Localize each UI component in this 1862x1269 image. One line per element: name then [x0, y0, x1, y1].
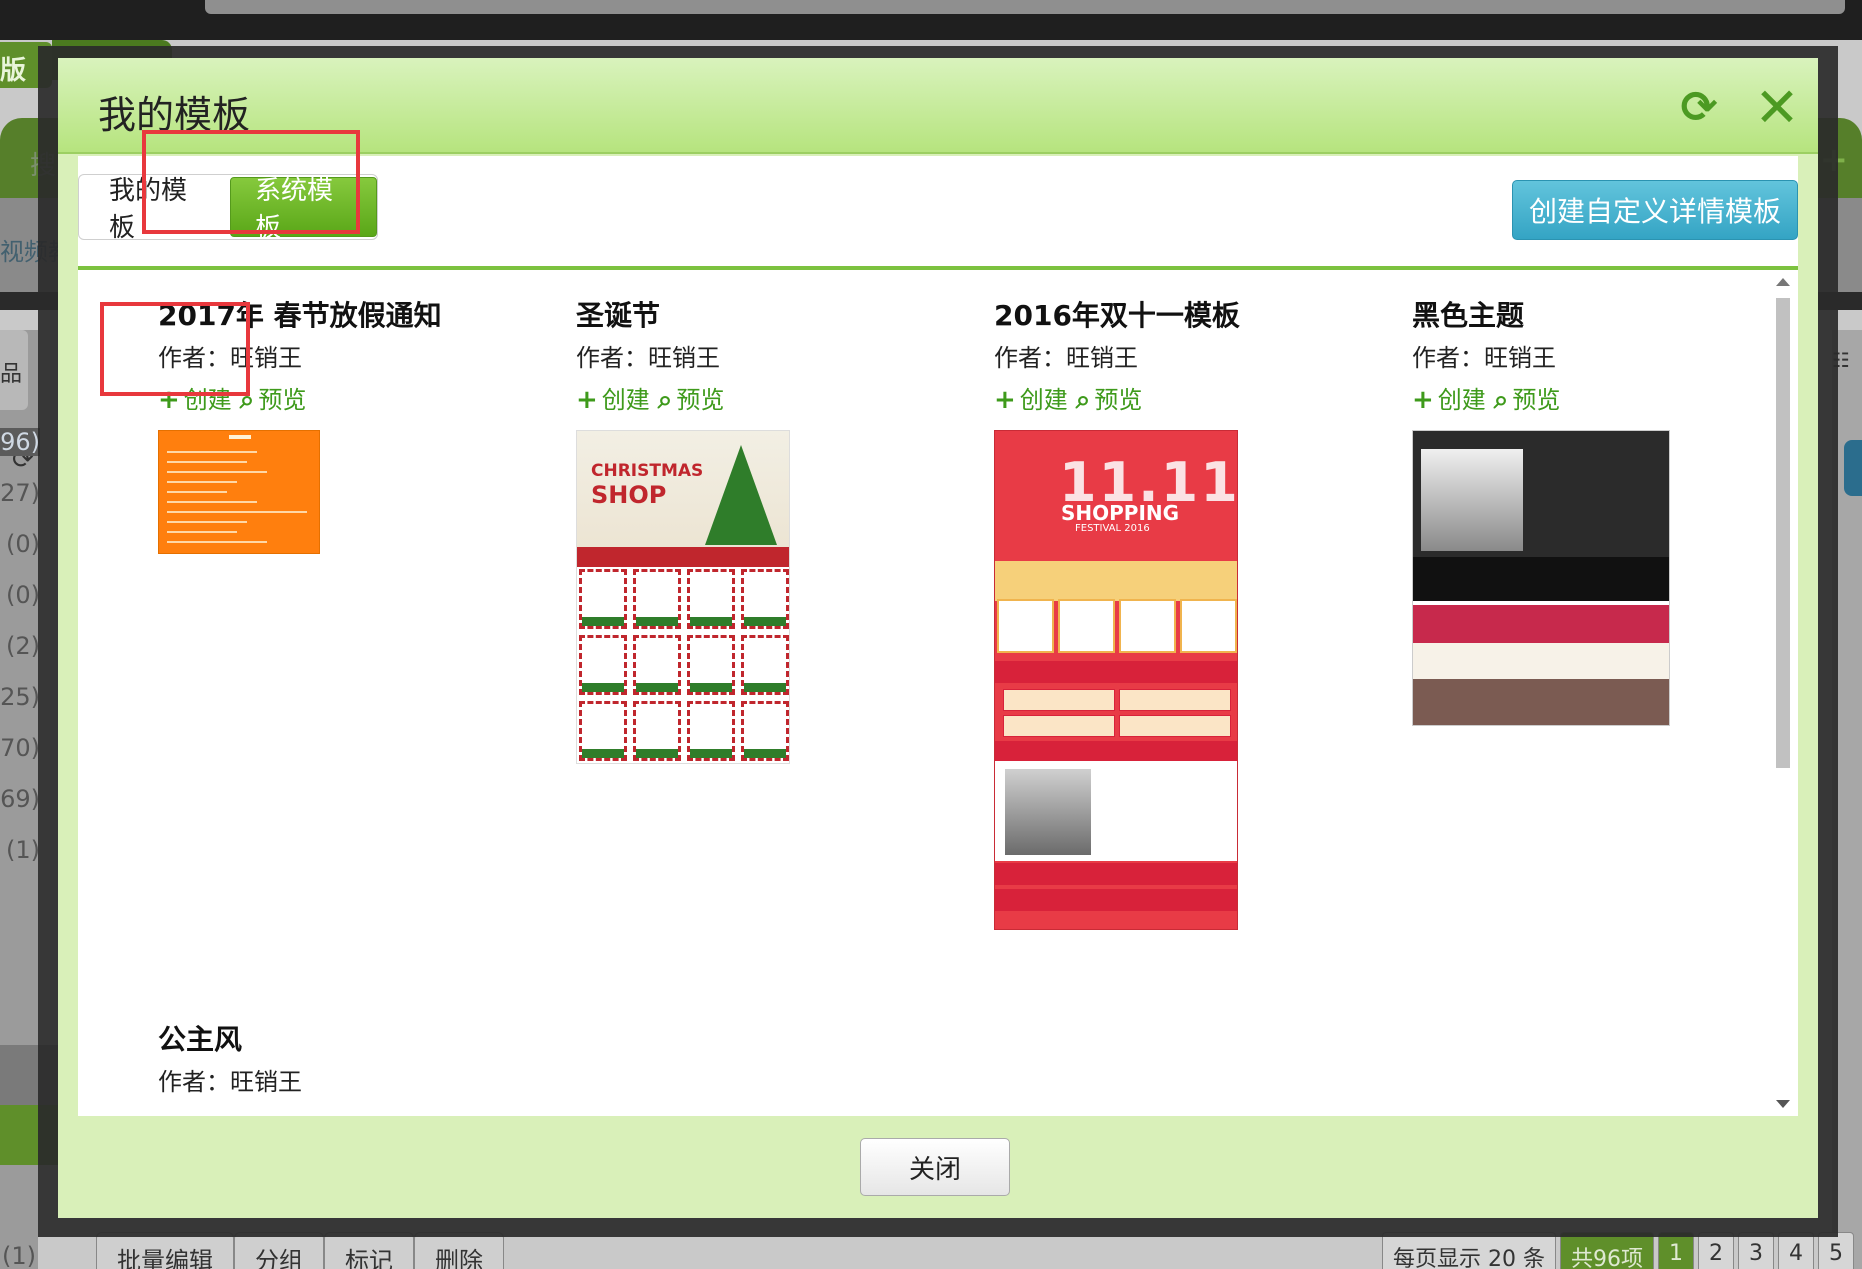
create-link[interactable]: + 创建: [1412, 378, 1486, 422]
template-card-black-theme: 黑色主题 作者：旺销王 + 创建 ⌕ 预览: [1412, 294, 1764, 726]
template-thumbnail[interactable]: CHRISTMAS SHOP: [576, 430, 790, 764]
template-actions: + 创建 ⌕ 预览: [994, 378, 1374, 422]
thumb-text: SHOP: [591, 481, 667, 509]
page-4: 4: [1778, 1232, 1814, 1269]
modal-footer: 关闭: [58, 1116, 1818, 1218]
template-author: 作者：旺销王: [994, 344, 1138, 372]
template-author: 作者：旺销王: [576, 344, 720, 372]
close-button[interactable]: 关闭: [860, 1138, 1010, 1196]
template-list-scrollbar[interactable]: [1768, 270, 1798, 1116]
bg-count-item: (2): [6, 632, 40, 660]
bg-count-item: 69): [0, 785, 40, 813]
thumb-text: FESTIVAL 2016: [1075, 523, 1150, 534]
annotation-box-tabs: [142, 130, 360, 234]
thumb-text: SHOPPING: [1061, 501, 1180, 525]
template-name: 圣诞节: [576, 299, 661, 332]
bg-count-item: 96): [0, 428, 40, 456]
bg-count-item: 27): [0, 479, 40, 507]
template-author: 作者：旺销王: [1412, 344, 1556, 372]
bg-count-bottom: (1): [2, 1242, 36, 1269]
search-icon: ⌕: [1075, 385, 1091, 415]
thumb-text: CHRISTMAS: [591, 461, 704, 481]
scroll-thumb[interactable]: [1776, 298, 1790, 768]
bg-pagination: 每页显示 20 条 共96项 1 2 3 4 5: [1378, 1232, 1854, 1269]
page-1: 1: [1658, 1232, 1694, 1269]
bg-count-item: (1): [6, 836, 40, 864]
close-icon[interactable]: ✕: [1752, 76, 1802, 139]
total-count: 共96项: [1560, 1232, 1654, 1269]
modal-body: 我的模板 系统模板 创建自定义详情模板 2017年 春节放假通知 作者：旺销王 …: [78, 156, 1798, 1116]
template-list: 2017年 春节放假通知 作者：旺销王 + 创建 ⌕ 预览 圣诞节 作者：旺销王…: [78, 270, 1764, 1116]
plus-icon: +: [576, 385, 598, 415]
bg-count-item: 25): [0, 683, 40, 711]
template-card-princess: 公主风 作者：旺销王: [158, 1018, 538, 1102]
per-page-select: 每页显示 20 条: [1382, 1232, 1556, 1269]
preview-link[interactable]: ⌕ 预览: [658, 378, 725, 422]
template-thumbnail[interactable]: [158, 430, 320, 554]
template-card-double-eleven: 2016年双十一模板 作者：旺销王 + 创建 ⌕ 预览 11.11 SHOPPING…: [994, 294, 1374, 930]
tag-button: 标记: [324, 1232, 414, 1269]
search-icon: ⌕: [657, 385, 673, 415]
scroll-down-icon[interactable]: [1776, 1100, 1790, 1108]
create-link[interactable]: + 创建: [994, 378, 1068, 422]
template-thumbnail[interactable]: 11.11 SHOPPING FESTIVAL 2016: [994, 430, 1238, 930]
template-actions: + 创建 ⌕ 预览: [1412, 378, 1764, 422]
plus-icon: +: [1412, 385, 1434, 415]
template-name: 黑色主题: [1412, 299, 1525, 332]
page-3: 3: [1738, 1232, 1774, 1269]
search-icon: ⌕: [1493, 385, 1509, 415]
group-button: 分组: [234, 1232, 324, 1269]
preview-link[interactable]: ⌕ 预览: [1076, 378, 1143, 422]
bg-count-item: (0): [6, 530, 40, 558]
bg-count-item: 70): [0, 734, 40, 762]
bg-right-tab: [1844, 440, 1862, 496]
annotation-box-create: [100, 302, 250, 396]
template-author: 作者：旺销王: [158, 1068, 302, 1096]
preview-link[interactable]: ⌕ 预览: [1494, 378, 1561, 422]
create-link[interactable]: + 创建: [576, 378, 650, 422]
page-2: 2: [1698, 1232, 1734, 1269]
template-card-christmas: 圣诞节 作者：旺销王 + 创建 ⌕ 预览 CHRISTMAS SHOP: [576, 294, 956, 764]
plus-icon: +: [994, 385, 1016, 415]
batch-edit-button: 批量编辑: [96, 1232, 234, 1269]
refresh-icon[interactable]: ⟳: [1674, 82, 1724, 133]
create-custom-template-button[interactable]: 创建自定义详情模板: [1512, 180, 1798, 240]
page-5: 5: [1818, 1232, 1854, 1269]
tree-icon: [705, 445, 777, 545]
scroll-up-icon[interactable]: [1776, 278, 1790, 286]
template-actions: + 创建 ⌕ 预览: [576, 378, 956, 422]
address-bar: [205, 0, 1845, 14]
template-name: 公主风: [158, 1023, 243, 1056]
template-name: 2016年双十一模板: [994, 299, 1240, 332]
bg-left-tab: 品: [0, 330, 28, 410]
bg-bottom-toolbar: 批量编辑 分组 标记 删除: [96, 1232, 504, 1269]
delete-button: 删除: [414, 1232, 504, 1269]
bg-count-item: (0): [6, 581, 40, 609]
template-thumbnail[interactable]: [1412, 430, 1670, 726]
